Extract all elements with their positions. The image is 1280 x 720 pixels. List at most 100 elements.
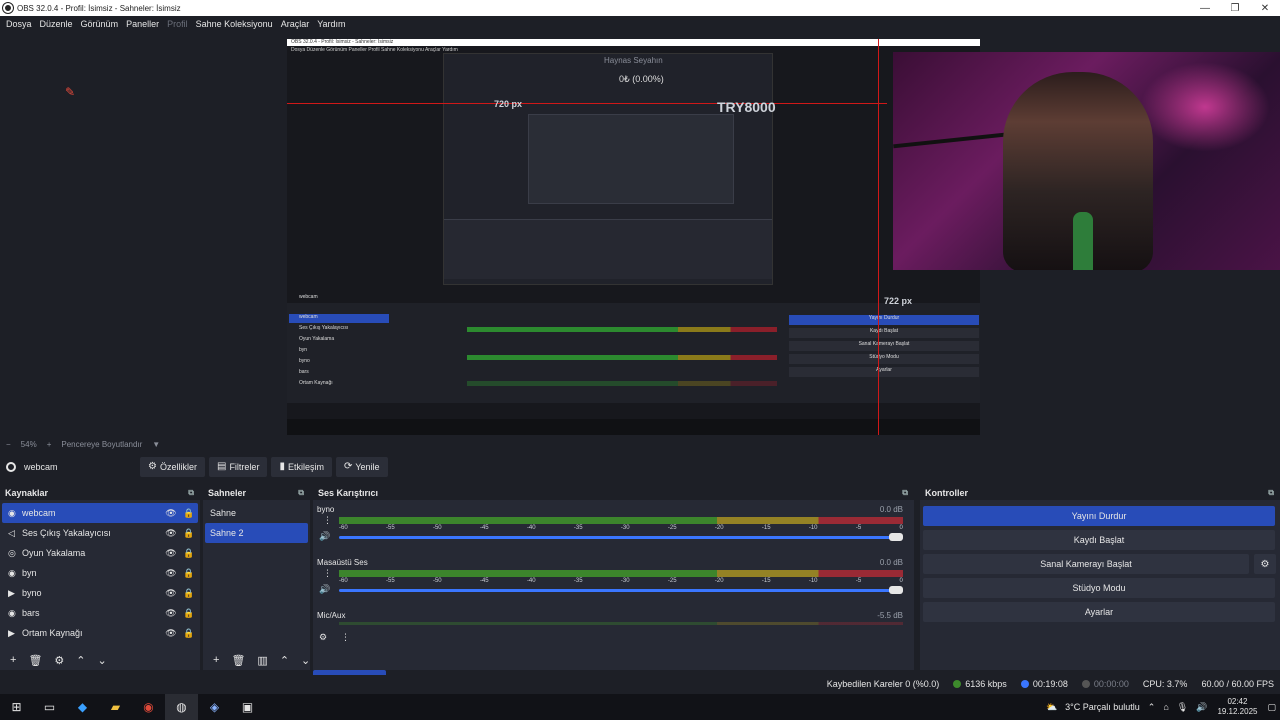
source-item-oyun-yakalama[interactable]: ◎ Oyun Yakalama 👁 🔒 — [2, 543, 198, 563]
filter-icon[interactable]: ▥ — [257, 654, 267, 667]
virtual-camera-settings-icon[interactable]: ⚙ — [1254, 554, 1276, 574]
source-item-byn[interactable]: ◉ byn 👁 🔒 — [2, 563, 198, 583]
notification-icon[interactable]: ▢ — [1267, 702, 1276, 713]
lock-icon[interactable]: 🔒 — [180, 588, 198, 599]
microphone-icon[interactable]: 🎙 — [1177, 702, 1188, 713]
close-button[interactable]: ✕ — [1250, 3, 1280, 14]
lock-icon[interactable]: 🔒 — [180, 568, 198, 579]
lock-icon[interactable]: 🔒 — [180, 608, 198, 619]
filters-label: Filtreler — [229, 461, 260, 472]
start-virtual-camera-button[interactable]: Sanal Kamerayı Başlat — [923, 554, 1249, 574]
undock-icon[interactable]: ⧉ — [188, 488, 194, 498]
eye-icon[interactable]: 👁 — [162, 548, 180, 559]
source-toolbar: webcam ⚙ Özellikler ▤ Filtreler ▮ Etkile… — [0, 453, 1280, 480]
interact-button[interactable]: ▮ Etkileşim — [271, 456, 332, 477]
app-window-icon[interactable]: ▣ — [231, 694, 264, 720]
arrow-down-icon[interactable]: ⌄ — [301, 654, 310, 667]
trash-icon[interactable]: 🗑 — [231, 654, 245, 667]
mixer-title: Ses Karıştırıcı — [318, 487, 379, 498]
undock-icon[interactable]: ⧉ — [298, 488, 304, 498]
arrow-up-icon[interactable]: ⌃ — [280, 654, 289, 667]
preview-area[interactable]: ✎ OBS 32.0.4 - Profil: İsimsiz - Sahnele… — [0, 32, 1280, 437]
settings-button[interactable]: Ayarlar — [923, 602, 1275, 622]
more-icon[interactable]: ⋮ — [341, 632, 350, 643]
zoom-mode[interactable]: Pencereye Boyutlandır — [61, 440, 142, 449]
lock-icon[interactable]: 🔒 — [180, 628, 198, 639]
channel-db: 0.0 dB — [879, 505, 903, 514]
zoom-in-icon[interactable]: + — [47, 440, 52, 449]
menu-duzenle[interactable]: Düzenle — [36, 19, 77, 29]
menu-paneller[interactable]: Paneller — [122, 19, 163, 29]
volume-icon[interactable]: 🔊 — [1196, 702, 1207, 713]
controls-title: Kontroller — [925, 487, 969, 498]
eye-icon[interactable]: 👁 — [162, 608, 180, 619]
menu-profil[interactable]: Profil — [163, 19, 192, 29]
obs-icon[interactable]: ◍ — [165, 694, 198, 720]
speaker-icon[interactable]: 🔊 — [319, 584, 330, 595]
source-item-webcam[interactable]: ◉ webcam 👁 🔒 — [2, 503, 198, 523]
menu-dosya[interactable]: Dosya — [2, 19, 36, 29]
task-view-icon[interactable]: ▭ — [33, 694, 66, 720]
eye-icon[interactable]: 👁 — [162, 628, 180, 639]
eye-icon[interactable]: 👁 — [162, 508, 180, 519]
nested-meter — [467, 355, 777, 360]
studio-mode-button[interactable]: Stüdyo Modu — [923, 578, 1275, 598]
clock[interactable]: 02:42 19.12.2025 — [1217, 697, 1257, 717]
scene-item-sahne-2[interactable]: Sahne 2 — [205, 523, 308, 543]
volume-slider[interactable] — [339, 589, 903, 592]
menu-sahne-koleksiyonu[interactable]: Sahne Koleksiyonu — [192, 19, 277, 29]
add-icon[interactable]: + — [10, 654, 16, 666]
source-item-ortam-kaynagi[interactable]: ▶ Ortam Kaynağı 👁 🔒 — [2, 623, 198, 643]
source-item-bars[interactable]: ◉ bars 👁 🔒 — [2, 603, 198, 623]
eye-icon[interactable]: 👁 — [162, 568, 180, 579]
windows-start-icon[interactable]: ⊞ — [0, 694, 33, 720]
undock-icon[interactable]: ⧉ — [902, 488, 908, 498]
chevron-up-icon[interactable]: ⌃ — [1148, 702, 1156, 713]
eye-icon[interactable]: 👁 — [162, 528, 180, 539]
more-icon[interactable]: ⋮ — [323, 568, 332, 579]
minimize-button[interactable]: — — [1190, 3, 1220, 14]
arrow-down-icon[interactable]: ⌄ — [98, 654, 107, 667]
lock-icon[interactable]: 🔒 — [180, 548, 198, 559]
refresh-button[interactable]: ⟳ Yenile — [335, 456, 388, 477]
chevron-down-icon[interactable]: ▼ — [152, 440, 160, 449]
preview-canvas[interactable]: OBS 32.0.4 - Profil: İsimsiz - Sahneler:… — [287, 39, 980, 435]
chrome-icon[interactable]: ◉ — [132, 694, 165, 720]
scene-item-sahne[interactable]: Sahne — [205, 503, 308, 523]
steam-icon[interactable]: ◈ — [198, 694, 231, 720]
add-icon[interactable]: + — [213, 654, 219, 666]
mixer-settings-icon[interactable]: ⚙ — [319, 632, 327, 643]
gear-icon[interactable]: ⚙ — [54, 654, 64, 667]
arrow-up-icon[interactable]: ⌃ — [76, 654, 85, 667]
filters-button[interactable]: ▤ Filtreler — [208, 456, 268, 477]
source-item-ses-cikis[interactable]: ◁ Ses Çıkış Yakalayıcısı 👁 🔒 — [2, 523, 198, 543]
eye-icon[interactable]: 👁 — [162, 588, 180, 599]
properties-button[interactable]: ⚙ Özellikler — [140, 456, 205, 477]
weather-icon[interactable]: ⛅ — [1046, 702, 1057, 713]
scenes-dock: Sahneler ⧉ Sahne Sahne 2 + 🗑 ▥ ⌃ ⌄ — [203, 485, 310, 670]
weather-text[interactable]: 3°C Parçalı bulutlu — [1065, 702, 1140, 712]
trash-icon[interactable]: 🗑 — [28, 654, 42, 667]
speaker-icon[interactable]: 🔊 — [319, 531, 330, 542]
menu-gorunum[interactable]: Görünüm — [77, 19, 123, 29]
filter-icon: ▤ — [216, 461, 227, 472]
lock-icon[interactable]: 🔒 — [180, 508, 198, 519]
menu-araclar[interactable]: Araçlar — [277, 19, 314, 29]
more-icon[interactable]: ⋮ — [323, 515, 332, 526]
menu-yardim[interactable]: Yardım — [313, 19, 349, 29]
start-recording-button[interactable]: Kaydı Başlat — [923, 530, 1275, 550]
volume-slider[interactable] — [339, 536, 903, 539]
lock-icon[interactable]: 🔒 — [180, 528, 198, 539]
stop-stream-button[interactable]: Yayını Durdur — [923, 506, 1275, 526]
source-item-byno[interactable]: ▶ byno 👁 🔒 — [2, 583, 198, 603]
volume-slider-handle[interactable] — [889, 533, 903, 541]
network-icon[interactable]: ⌂ — [1163, 702, 1168, 712]
record-icon — [1081, 680, 1090, 688]
file-explorer-icon[interactable]: ▰ — [99, 694, 132, 720]
zoom-out-icon[interactable]: − — [6, 440, 11, 449]
copilot-icon[interactable]: ◆ — [66, 694, 99, 720]
volume-slider-handle[interactable] — [889, 586, 903, 594]
undock-icon[interactable]: ⧉ — [1268, 488, 1274, 498]
webcam-overlay[interactable] — [893, 52, 1280, 270]
maximize-button[interactable]: ❐ — [1220, 3, 1250, 14]
